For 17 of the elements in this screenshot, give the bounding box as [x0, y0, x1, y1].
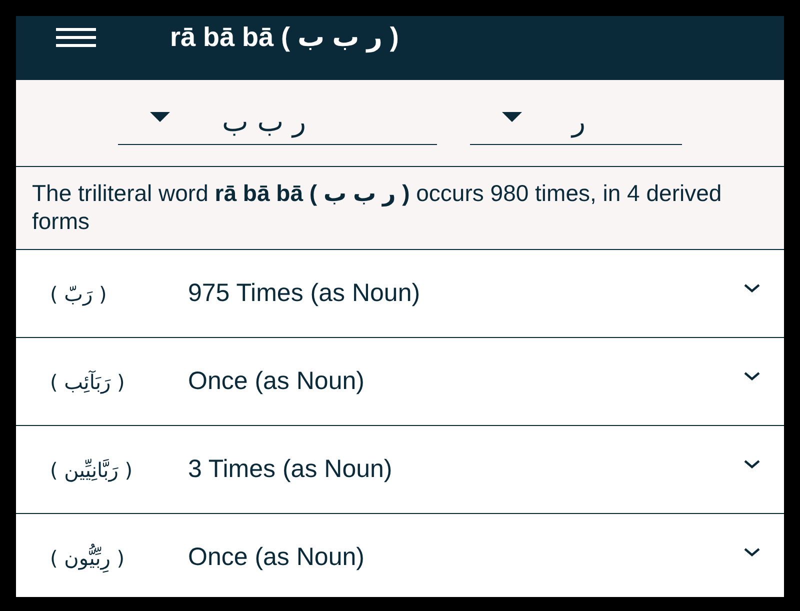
- dropdown-arrow-icon: [502, 112, 522, 122]
- letter-dropdown[interactable]: ر: [470, 98, 682, 145]
- dropdown-arrow-icon: [150, 112, 170, 122]
- letter-dropdown[interactable]: ر ب ب: [118, 98, 437, 145]
- occurrence-count: Once (as Noun): [188, 367, 366, 396]
- arabic-word: ( رَبّ ): [50, 282, 108, 306]
- menu-icon[interactable]: [56, 27, 96, 49]
- chevron-down-icon[interactable]: [744, 372, 760, 381]
- app-title: rā bā bā ( ر ب ب ): [170, 22, 399, 52]
- arabic-word: ( رَبَّانِيِّين ): [50, 458, 134, 482]
- chevron-down-icon[interactable]: [744, 284, 760, 293]
- occurrence-count: 975 Times (as Noun): [188, 279, 422, 308]
- occurrence-count: 3 Times (as Noun): [188, 455, 394, 484]
- arabic-word: ( رَبَآئِب ): [50, 370, 126, 394]
- chevron-down-icon[interactable]: [744, 548, 760, 557]
- chevron-down-icon[interactable]: [744, 460, 760, 469]
- occurrence-count: Once (as Noun): [188, 543, 366, 572]
